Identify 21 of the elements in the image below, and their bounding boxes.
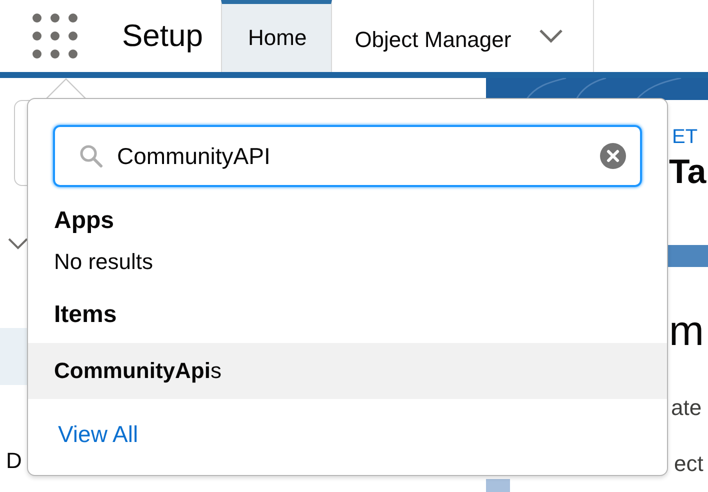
app-title: Setup: [122, 18, 204, 54]
search-text: CommunityAPI: [117, 142, 270, 170]
chevron-icon[interactable]: [8, 238, 28, 250]
body-text: ate: [671, 395, 703, 421]
result-item[interactable]: CommunityApis: [28, 343, 667, 399]
chevron-icon[interactable]: [539, 29, 564, 43]
view-all-link[interactable]: View All: [58, 421, 138, 448]
body-text: ect: [674, 451, 704, 477]
search-icon: [79, 144, 103, 168]
page-eyebrow: ET: [672, 126, 698, 149]
section-title: m: [669, 307, 705, 355]
section-heading: Items: [53, 300, 118, 329]
page-heading: Ta: [669, 153, 706, 192]
app-launcher-icon[interactable]: [32, 13, 78, 59]
clear-icon[interactable]: [600, 143, 626, 169]
nav-tab[interactable]: Home: [221, 0, 332, 72]
body-text: D: [6, 448, 22, 474]
nav-tab[interactable]: Object Manager: [332, 0, 536, 72]
empty-message: No results: [53, 248, 154, 276]
section-heading: Apps: [53, 206, 115, 235]
search-field[interactable]: CommunityAPI: [53, 125, 642, 187]
